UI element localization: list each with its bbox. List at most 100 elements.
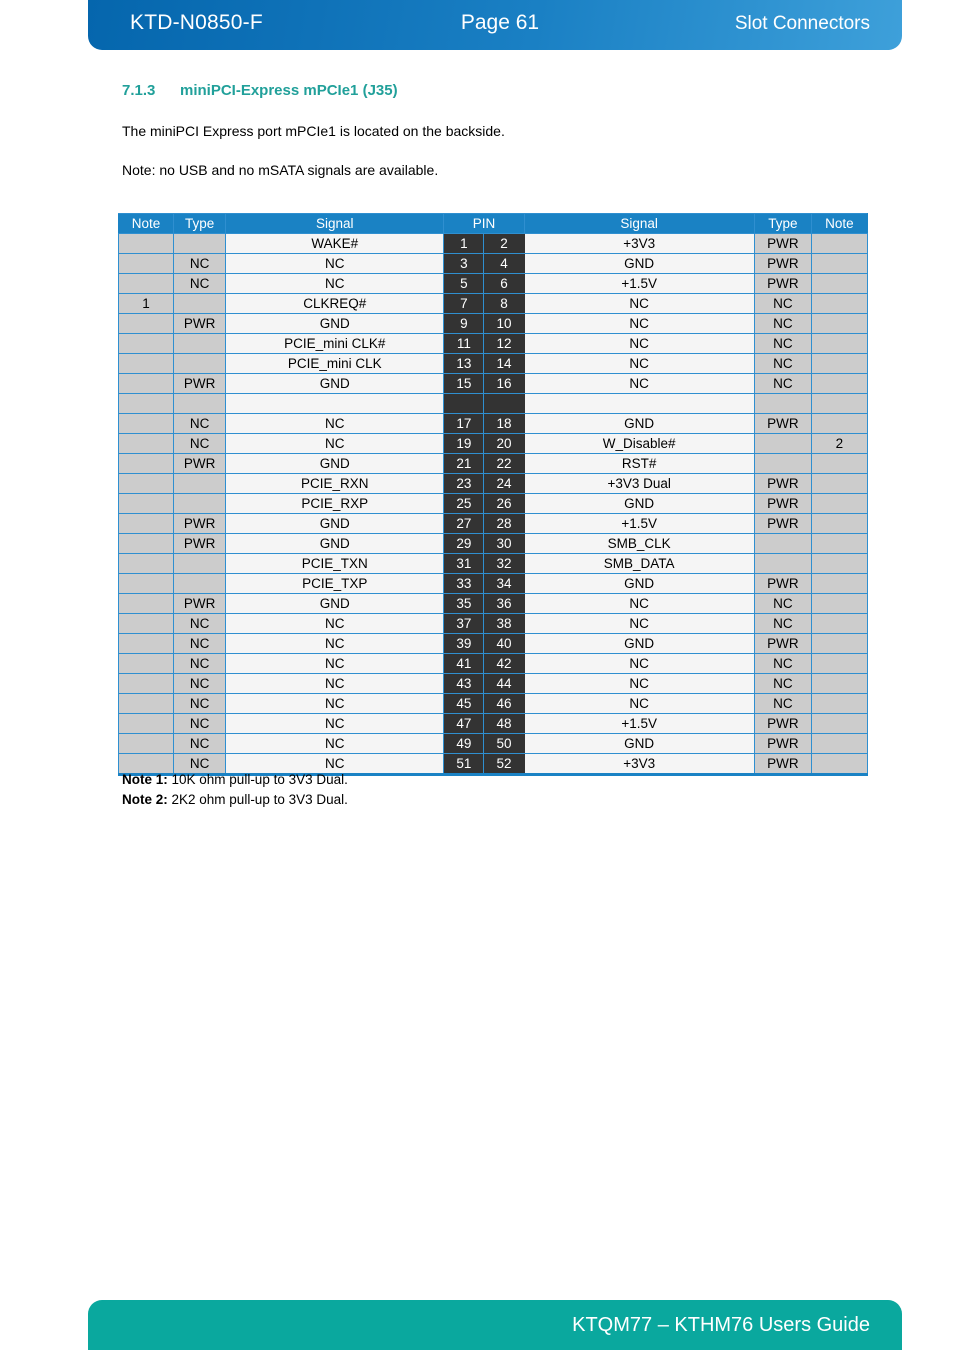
cell-note-left <box>117 253 175 274</box>
cell-type-left: NC <box>173 733 227 754</box>
cell-signal-left: NC <box>225 733 445 754</box>
cell-signal-right: W_Disable# <box>523 433 755 454</box>
col-header-note-left: Note <box>117 213 175 234</box>
cell-note-right <box>810 633 869 654</box>
cell-type-left: PWR <box>173 373 227 394</box>
cell-pin-right: 46 <box>483 693 525 714</box>
pinout-table-header: Note Type Signal PIN Signal Type Note <box>117 213 869 234</box>
table-row: PCIE_TXP 33 34 GND PWR <box>117 573 869 594</box>
cell-note-left <box>117 533 175 554</box>
footnote-1-text: 10K ohm pull-up to 3V3 Dual. <box>167 772 348 787</box>
cell-type-right: NC <box>753 333 812 354</box>
cell-type-right: NC <box>753 353 812 374</box>
table-row: NC NC 3 4 GND PWR <box>117 253 869 274</box>
cell-signal-left: CLKREQ# <box>225 293 445 314</box>
cell-note-left <box>117 633 175 654</box>
footnote-2-text: 2K2 ohm pull-up to 3V3 Dual. <box>167 791 348 807</box>
table-row: NC NC 17 18 GND PWR <box>117 413 869 434</box>
table-row: PCIE_TXN 31 32 SMB_DATA <box>117 553 869 574</box>
cell-type-right: PWR <box>753 733 812 754</box>
cell-note-left <box>117 273 175 294</box>
cell-type-left: NC <box>173 273 227 294</box>
cell-type-right: NC <box>753 293 812 314</box>
table-row: PCIE_mini CLK# 11 12 NC NC <box>117 333 869 354</box>
section-heading-text: miniPCI-Express mPCIe1 (J35) <box>180 82 398 99</box>
cell-pin-right: 34 <box>483 573 525 594</box>
cell-signal-right: NC <box>523 653 755 674</box>
cell-note-left <box>117 393 175 414</box>
cell-type-right: PWR <box>753 753 812 776</box>
cell-note-left <box>117 313 175 334</box>
pin-table-container: Note Type Signal PIN Signal Type Note WA… <box>117 213 869 776</box>
cell-pin-right: 36 <box>483 593 525 614</box>
cell-note-right <box>810 353 869 374</box>
cell-type-left: NC <box>173 713 227 734</box>
cell-note-left <box>117 373 175 394</box>
cell-type-right: PWR <box>753 413 812 434</box>
table-row: NC NC 41 42 NC NC <box>117 653 869 674</box>
cell-signal-left: GND <box>225 373 445 394</box>
cell-type-right: PWR <box>753 473 812 494</box>
cell-pin-left: 41 <box>443 653 485 674</box>
table-row: WAKE# 1 2 +3V3 PWR <box>117 233 869 254</box>
cell-note-right <box>810 653 869 674</box>
cell-note-right <box>810 733 869 754</box>
cell-pin-right: 2 <box>483 233 525 254</box>
table-row <box>117 393 869 414</box>
cell-note-right <box>810 453 869 474</box>
cell-pin-right: 28 <box>483 513 525 534</box>
table-row: PWR GND 29 30 SMB_CLK <box>117 533 869 554</box>
cell-note-left <box>117 573 175 594</box>
cell-type-left: PWR <box>173 513 227 534</box>
cell-note-left: 1 <box>117 293 175 314</box>
cell-pin-right: 10 <box>483 313 525 334</box>
cell-pin-right: 26 <box>483 493 525 514</box>
cell-signal-left: GND <box>225 533 445 554</box>
cell-note-left <box>117 593 175 614</box>
cell-signal-right: SMB_DATA <box>523 553 755 574</box>
cell-signal-left <box>225 393 445 414</box>
cell-pin-left: 47 <box>443 713 485 734</box>
cell-pin-right <box>483 393 525 414</box>
cell-type-left <box>173 573 227 594</box>
table-footnotes: Note 1: 10K ohm pull-up to 3V3 Dual. Not… <box>122 770 348 809</box>
cell-signal-right: +1.5V <box>523 273 755 294</box>
table-row: PWR GND 35 36 NC NC <box>117 593 869 614</box>
cell-pin-left: 21 <box>443 453 485 474</box>
cell-pin-left: 9 <box>443 313 485 334</box>
table-row: NC NC 49 50 GND PWR <box>117 733 869 754</box>
cell-signal-right: NC <box>523 353 755 374</box>
cell-note-right <box>810 593 869 614</box>
cell-signal-right: +3V3 Dual <box>523 473 755 494</box>
cell-note-right <box>810 513 869 534</box>
cell-type-left: NC <box>173 673 227 694</box>
cell-type-left <box>173 493 227 514</box>
cell-type-right: NC <box>753 373 812 394</box>
table-row: 1 CLKREQ# 7 8 NC NC <box>117 293 869 314</box>
cell-note-right <box>810 613 869 634</box>
cell-pin-right: 24 <box>483 473 525 494</box>
cell-note-left <box>117 733 175 754</box>
cell-pin-right: 4 <box>483 253 525 274</box>
cell-note-left <box>117 713 175 734</box>
cell-pin-right: 20 <box>483 433 525 454</box>
paragraph-note: Note: no USB and no mSATA signals are av… <box>122 161 439 178</box>
cell-type-right: PWR <box>753 633 812 654</box>
cell-pin-left: 1 <box>443 233 485 254</box>
page-header-banner: KTD-N0850-F Page 61 Slot Connectors <box>88 0 902 50</box>
cell-signal-right: GND <box>523 573 755 594</box>
cell-type-left <box>173 473 227 494</box>
cell-signal-left: NC <box>225 693 445 714</box>
section-heading: 7.1.3 miniPCI-Express mPCIe1 (J35) <box>122 82 882 99</box>
cell-type-right: PWR <box>753 233 812 254</box>
cell-type-right: PWR <box>753 273 812 294</box>
table-row: PCIE_mini CLK 13 14 NC NC <box>117 353 869 374</box>
footnote-2: Note 2: 2K2 ohm pull-up to 3V3 Dual. <box>122 790 348 810</box>
cell-note-left <box>117 233 175 254</box>
section-heading-number: 7.1.3 <box>122 82 156 99</box>
table-row: NC NC 45 46 NC NC <box>117 693 869 714</box>
cell-type-left <box>173 553 227 574</box>
cell-pin-left: 39 <box>443 633 485 654</box>
cell-signal-right: NC <box>523 613 755 634</box>
table-row: NC NC 37 38 NC NC <box>117 613 869 634</box>
